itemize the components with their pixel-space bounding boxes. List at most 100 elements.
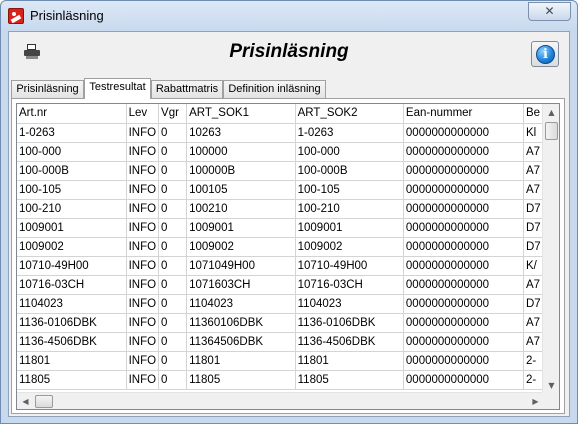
cell-lev[interactable]: INFO <box>126 161 160 181</box>
cell-art-sok2[interactable]: 100-105 <box>295 180 404 200</box>
cell-art-sok1[interactable]: 100105 <box>186 180 296 200</box>
close-button[interactable]: ✕ <box>528 2 571 21</box>
cell-ean-nummer[interactable]: 0000000000000 <box>403 218 525 238</box>
cell-vgr[interactable]: 0 <box>158 237 188 257</box>
cell-art-nr[interactable]: 11805 <box>17 370 127 390</box>
cell-art-sok2[interactable]: 11805 <box>295 370 404 390</box>
table-row[interactable]: 10710-49H00 INFO 0 1071049H00 10710-49H00 000… <box>17 256 544 276</box>
cell-ean-nummer[interactable]: 0000000000000 <box>403 294 525 314</box>
cell-art-nr[interactable]: 11801 <box>17 351 127 371</box>
table-row[interactable]: 1009002 INFO 0 1009002 1009002 0000000000000 D… <box>17 237 544 257</box>
cell-art-sok1[interactable]: 1009001 <box>186 218 296 238</box>
cell-vgr[interactable]: 0 <box>158 161 188 181</box>
cell-art-nr[interactable]: 100-210 <box>17 199 127 219</box>
cell-ean-nummer[interactable]: 0000000000000 <box>403 180 525 200</box>
cell-be[interactable]: A7 <box>523 275 544 295</box>
cell-be[interactable]: A7 <box>523 161 544 181</box>
tab-prisinlasning[interactable]: Prisinläsning <box>11 80 84 98</box>
cell-art-sok1[interactable]: 1009002 <box>186 237 296 257</box>
cell-art-sok1[interactable]: 11801 <box>186 351 296 371</box>
cell-art-nr[interactable]: 1009001 <box>17 218 127 238</box>
table-row[interactable]: 100-105 INFO 0 100105 100-105 0000000000000 A7 <box>17 180 544 200</box>
cell-be[interactable]: A7 <box>523 332 544 352</box>
cell-art-sok1[interactable]: 100000B <box>186 161 296 181</box>
cell-art-sok2[interactable]: 10716-03CH <box>295 275 404 295</box>
column-header-be[interactable]: Be <box>523 104 544 124</box>
cell-art-sok2[interactable]: 100-000B <box>295 161 404 181</box>
table-row[interactable]: 1009001 INFO 0 1009001 1009001 0000000000000 D… <box>17 218 544 238</box>
table-row[interactable]: 100-210 INFO 0 100210 100-210 0000000000000 D7 <box>17 199 544 219</box>
cell-be[interactable]: D7 <box>523 294 544 314</box>
cell-art-nr[interactable]: 1136-4506DBK <box>17 332 127 352</box>
cell-be[interactable]: D7 <box>523 218 544 238</box>
cell-art-sok1[interactable]: 1071049H00 <box>186 256 296 276</box>
tab-definition-inlasning[interactable]: Definition inläsning <box>223 80 326 98</box>
cell-art-sok2[interactable]: 11801 <box>295 351 404 371</box>
cell-ean-nummer[interactable]: 0000000000000 <box>403 332 525 352</box>
cell-art-sok2[interactable]: 1009002 <box>295 237 404 257</box>
cell-vgr[interactable]: 0 <box>158 180 188 200</box>
table-row[interactable]: 10716-03CH INFO 0 1071603CH 10716-03CH 000000… <box>17 275 544 295</box>
cell-vgr[interactable]: 0 <box>158 351 188 371</box>
table-row[interactable]: 100-000 INFO 0 100000 100-000 0000000000000 A7 <box>17 142 544 162</box>
cell-vgr[interactable]: 0 <box>158 199 188 219</box>
cell-ean-nummer[interactable]: 0000000000000 <box>403 142 525 162</box>
table-row[interactable]: 11801 INFO 0 11801 11801 0000000000000 2- <box>17 351 544 371</box>
cell-art-sok1[interactable]: 1071603CH <box>186 275 296 295</box>
table-row[interactable]: 1136-0106DBK INFO 0 11360106DBK 1136-0106DBK… <box>17 313 544 333</box>
scroll-left-icon[interactable]: ◀ <box>17 393 34 409</box>
table-row[interactable]: 100-000B INFO 0 100000B 100-000B 000000000000… <box>17 161 544 181</box>
cell-be[interactable]: D7 <box>523 237 544 257</box>
scroll-up-icon[interactable]: ▲ <box>543 104 559 121</box>
cell-be[interactable]: Kl <box>523 123 544 143</box>
cell-art-sok2[interactable]: 100-210 <box>295 199 404 219</box>
column-header-art-sok1[interactable]: ART_SOK1 <box>186 104 296 124</box>
cell-art-nr[interactable]: 1136-0106DBK <box>17 313 127 333</box>
cell-vgr[interactable]: 0 <box>158 313 188 333</box>
cell-ean-nummer[interactable]: 0000000000000 <box>403 237 525 257</box>
cell-lev[interactable]: INFO <box>126 237 160 257</box>
column-header-lev[interactable]: Lev <box>126 104 160 124</box>
cell-art-nr[interactable]: 10710-49H00 <box>17 256 127 276</box>
title-bar[interactable]: Prisinläsning ✕ <box>1 1 577 31</box>
cell-vgr[interactable]: 0 <box>158 275 188 295</box>
cell-art-sok1[interactable]: 10263 <box>186 123 296 143</box>
tab-rabattmatris[interactable]: Rabattmatris <box>151 80 223 98</box>
cell-art-sok2[interactable]: 100-000 <box>295 142 404 162</box>
cell-ean-nummer[interactable]: 0000000000000 <box>403 161 525 181</box>
cell-ean-nummer[interactable]: 0000000000000 <box>403 351 525 371</box>
vertical-scrollbar[interactable]: ▲ ▼ <box>542 104 559 394</box>
cell-ean-nummer[interactable]: 0000000000000 <box>403 123 525 143</box>
cell-vgr[interactable]: 0 <box>158 256 188 276</box>
cell-lev[interactable]: INFO <box>126 294 160 314</box>
cell-lev[interactable]: INFO <box>126 313 160 333</box>
cell-art-sok1[interactable]: 11805 <box>186 370 296 390</box>
cell-ean-nummer[interactable]: 0000000000000 <box>403 199 525 219</box>
tab-testresultat[interactable]: Testresultat <box>84 78 151 99</box>
cell-art-nr[interactable]: 1-0263 <box>17 123 127 143</box>
table-row[interactable]: 11805 INFO 0 11805 11805 0000000000000 2- <box>17 370 544 390</box>
cell-lev[interactable]: INFO <box>126 275 160 295</box>
table-row[interactable]: 1-0263 INFO 0 10263 1-0263 0000000000000 Kl <box>17 123 544 143</box>
cell-lev[interactable]: INFO <box>126 332 160 352</box>
cell-art-sok1[interactable]: 11360106DBK <box>186 313 296 333</box>
cell-art-sok1[interactable]: 1104023 <box>186 294 296 314</box>
cell-vgr[interactable]: 0 <box>158 294 188 314</box>
cell-art-sok1[interactable]: 100000 <box>186 142 296 162</box>
column-header-ean-nummer[interactable]: Ean-nummer <box>403 104 525 124</box>
cell-be[interactable]: D7 <box>523 199 544 219</box>
cell-ean-nummer[interactable]: 0000000000000 <box>403 256 525 276</box>
cell-art-nr[interactable]: 10716-03CH <box>17 275 127 295</box>
vertical-scroll-thumb[interactable] <box>545 122 558 140</box>
cell-art-nr[interactable]: 100-000B <box>17 161 127 181</box>
info-button[interactable]: i <box>531 41 559 67</box>
cell-art-sok2[interactable]: 1136-4506DBK <box>295 332 404 352</box>
cell-art-sok2[interactable]: 10710-49H00 <box>295 256 404 276</box>
horizontal-scroll-thumb[interactable] <box>35 395 53 408</box>
horizontal-scrollbar[interactable]: ◀ ▶ <box>17 392 544 409</box>
cell-be[interactable]: A7 <box>523 313 544 333</box>
cell-art-sok1[interactable]: 100210 <box>186 199 296 219</box>
cell-lev[interactable]: INFO <box>126 370 160 390</box>
column-header-vgr[interactable]: Vgr <box>158 104 188 124</box>
cell-art-sok1[interactable]: 11364506DBK <box>186 332 296 352</box>
